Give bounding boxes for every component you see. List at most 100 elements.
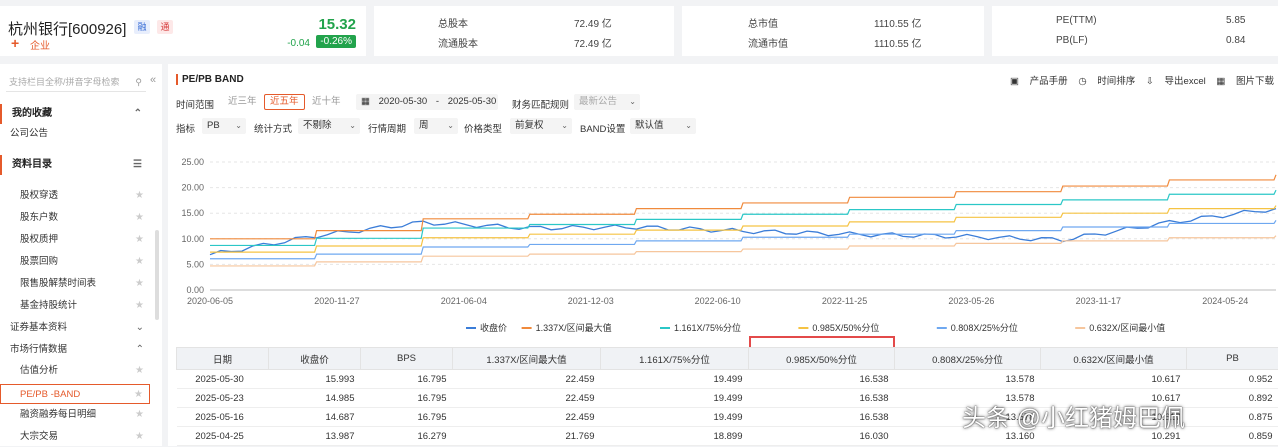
- period-select[interactable]: 周⌄: [414, 118, 458, 134]
- x-tick-label: 2023-11-17: [1076, 296, 1121, 306]
- table-header-cell[interactable]: 1.161X/75%分位: [601, 348, 749, 370]
- sidebar-scrollbar[interactable]: [155, 230, 159, 320]
- table-header-cell[interactable]: 0.808X/25%分位: [895, 348, 1041, 370]
- metric-label: PE(TTM): [1056, 15, 1097, 26]
- sidebar-item-announcement[interactable]: 公司公告: [0, 124, 150, 144]
- range-10y-button[interactable]: 近十年: [306, 94, 347, 110]
- table-cell: 13.987: [269, 427, 361, 446]
- table-cell: 10.617: [1041, 370, 1187, 389]
- table-cell: 19.499: [601, 408, 749, 427]
- search-icon[interactable]: ⚲: [135, 72, 142, 92]
- table-cell: 14.687: [269, 408, 361, 427]
- table-cell: 16.030: [749, 427, 895, 446]
- metric-value: 5.85: [1226, 15, 1245, 26]
- sidebar-item[interactable]: 限售股解禁时间表★: [0, 274, 150, 294]
- table-cell: 0.875: [1187, 408, 1278, 427]
- metric-value: 72.49 亿: [574, 15, 612, 30]
- table-row: 2025-05-3015.99316.79522.45919.49916.538…: [177, 370, 1278, 389]
- page-title: PE/PB BAND: [176, 74, 244, 85]
- pepb-band-chart[interactable]: 0.005.0010.0015.0020.0025.002020-06-0520…: [168, 152, 1278, 338]
- collapse-icon[interactable]: «: [150, 74, 156, 86]
- metric-label: 总股本: [438, 15, 468, 30]
- band-setting-select[interactable]: 默认值⌄: [630, 118, 696, 134]
- list-icon: ☰: [133, 155, 142, 175]
- star-icon[interactable]: ★: [135, 405, 144, 425]
- star-icon[interactable]: ★: [135, 230, 144, 250]
- legend-label: 1.161X/75%分位: [674, 322, 741, 333]
- table-header-cell[interactable]: 日期: [177, 348, 269, 370]
- sidebar-item[interactable]: 股票回购★: [0, 252, 150, 272]
- table-header-cell[interactable]: BPS: [361, 348, 453, 370]
- sidebar-item[interactable]: 股东户数★: [0, 208, 150, 228]
- enterprise-link[interactable]: 企业: [30, 37, 50, 52]
- add-icon[interactable]: +: [11, 35, 19, 51]
- sidebar-item[interactable]: 融资融券每日明细★: [0, 405, 150, 425]
- sidebar-item[interactable]: 估值分析★: [0, 361, 150, 381]
- table-header-cell[interactable]: 0.632X/区间最小值: [1041, 348, 1187, 370]
- indicator-label: 指标: [176, 121, 195, 135]
- export-excel-button[interactable]: ⇩ 导出excel: [1146, 76, 1206, 87]
- sidebar-item[interactable]: 股权穿透★: [0, 186, 150, 206]
- sidebar-item[interactable]: 大宗交易★: [0, 427, 150, 447]
- star-icon[interactable]: ★: [134, 385, 143, 405]
- table-cell: 16.538: [749, 389, 895, 408]
- star-icon[interactable]: ★: [135, 361, 144, 381]
- stat-select[interactable]: 不剔除⌄: [298, 118, 360, 134]
- star-icon[interactable]: ★: [135, 274, 144, 294]
- range-3y-button[interactable]: 近三年: [222, 94, 263, 110]
- table-cell: 16.538: [749, 408, 895, 427]
- chevron-down-icon: ⌄: [136, 318, 144, 338]
- star-icon[interactable]: ★: [135, 186, 144, 206]
- search-input[interactable]: 支持栏目全称/拼音字母检索 ⚲: [6, 72, 146, 92]
- sidebar-item-pepb-band[interactable]: PE/PB -BAND★: [0, 384, 150, 404]
- fin-rule-select[interactable]: 最新公告⌄: [574, 94, 640, 110]
- star-icon[interactable]: ★: [135, 208, 144, 228]
- watermark: 头条 @小红猪姆巴佩: [962, 398, 1185, 433]
- table-header-cell[interactable]: 0.985X/50%分位: [749, 348, 895, 370]
- table-header-cell[interactable]: PB: [1187, 348, 1278, 370]
- table-cell: 2025-05-23: [177, 389, 269, 408]
- date-range-picker[interactable]: ▦ 2020-05-30 - 2025-05-30: [356, 94, 498, 110]
- time-sort-button[interactable]: ◷ 时间排序: [1078, 76, 1135, 87]
- star-icon[interactable]: ★: [135, 427, 144, 447]
- image-download-button[interactable]: ▦ 图片下载: [1216, 76, 1274, 87]
- star-icon[interactable]: ★: [135, 296, 144, 316]
- table-cell: 18.899: [601, 427, 749, 446]
- period-label: 行情周期: [368, 121, 406, 135]
- sidebar-item[interactable]: 股权质押★: [0, 230, 150, 250]
- x-tick-label: 2023-05-26: [948, 296, 994, 306]
- price-type-select[interactable]: 前复权⌄: [510, 118, 572, 134]
- table-cell: 16.795: [361, 408, 453, 427]
- table-cell: 2025-04-25: [177, 427, 269, 446]
- star-icon[interactable]: ★: [135, 252, 144, 272]
- metric-value: 1110.55 亿: [874, 15, 921, 30]
- chevron-down-icon: ⌄: [629, 94, 636, 110]
- manual-button[interactable]: ▣ 产品手册: [1010, 76, 1068, 87]
- range-5y-button[interactable]: 近五年: [264, 94, 305, 110]
- metric-value: 1110.55 亿: [874, 35, 921, 50]
- chevron-down-icon: ⌄: [685, 118, 692, 134]
- indicator-select[interactable]: PB⌄: [202, 118, 246, 134]
- chevron-down-icon: ⌄: [447, 118, 454, 134]
- table-cell: 19.499: [601, 389, 749, 408]
- table-header-cell[interactable]: 1.337X/区间最大值: [453, 348, 601, 370]
- table-header-cell[interactable]: 收盘价: [269, 348, 361, 370]
- sidebar-item[interactable]: 基金持股统计★: [0, 296, 150, 316]
- metric-label: 总市值: [748, 15, 778, 30]
- stock-name: 杭州银行[600926]: [8, 18, 126, 39]
- sidebar: 支持栏目全称/拼音字母检索 ⚲ « 我的收藏⌃ 公司公告 资料目录☰ 股权穿透★…: [0, 64, 162, 446]
- main-panel: PE/PB BAND ▣ 产品手册 ◷ 时间排序 ⇩ 导出excel ▦ 图片下…: [168, 64, 1278, 446]
- chevron-down-icon: ⌄: [235, 118, 242, 134]
- toolbar: ▣ 产品手册 ◷ 时间排序 ⇩ 导出excel ▦ 图片下载: [1002, 73, 1274, 87]
- legend-label: 1.337X/区间最大值: [536, 322, 612, 333]
- table-cell: 22.459: [453, 370, 601, 389]
- y-tick-label: 0.00: [186, 285, 204, 295]
- table-cell: 2025-05-16: [177, 408, 269, 427]
- catalog-header[interactable]: 资料目录☰: [0, 155, 150, 175]
- sidebar-section[interactable]: 市场行情数据⌃: [0, 340, 150, 360]
- favorites-header[interactable]: 我的收藏⌃: [0, 104, 150, 124]
- table-cell: 14.985: [269, 389, 361, 408]
- legend-label: 收盘价: [480, 322, 507, 333]
- sidebar-section[interactable]: 证券基本资料⌄: [0, 318, 150, 338]
- table-cell: 15.993: [269, 370, 361, 389]
